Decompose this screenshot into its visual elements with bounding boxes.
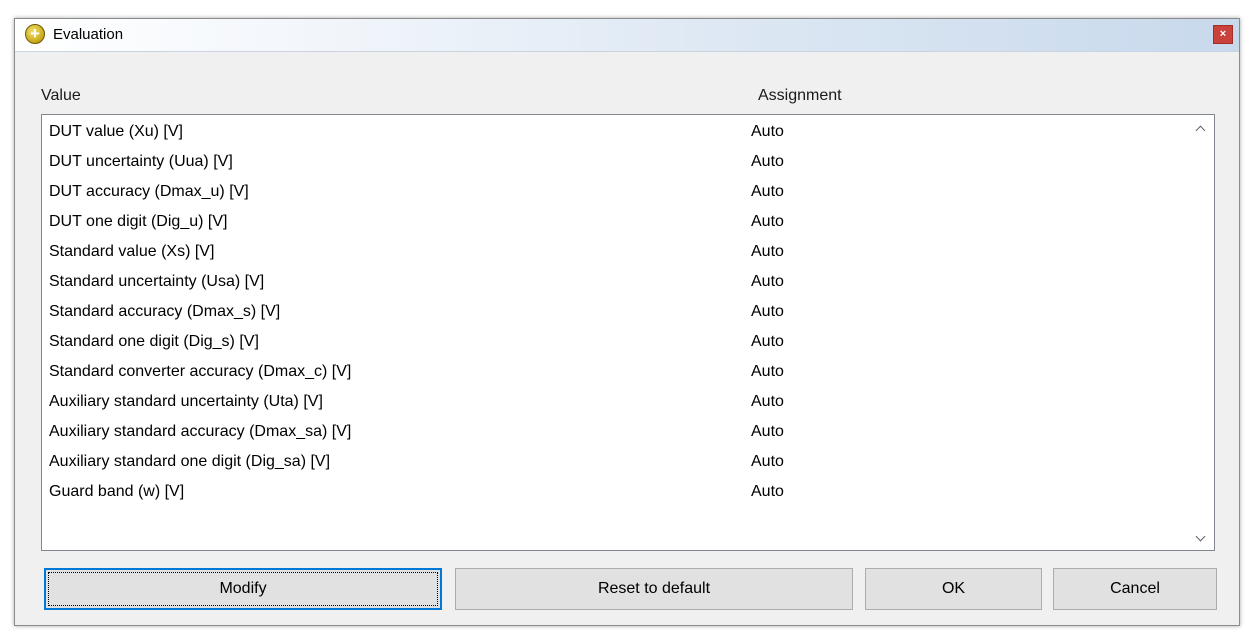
values-list[interactable]: DUT value (Xu) [V] Auto DUT uncertainty (U…: [41, 114, 1215, 551]
scroll-down-icon[interactable]: [1190, 526, 1210, 546]
row-value: Auxiliary standard uncertainty (Uta) [V]: [49, 393, 323, 410]
reset-to-default-button[interactable]: Reset to default: [455, 568, 853, 610]
list-item[interactable]: Auxiliary standard uncertainty (Uta) [V]…: [49, 387, 1184, 417]
list-item[interactable]: Standard one digit (Dig_s) [V] Auto: [49, 327, 1184, 357]
modify-button[interactable]: Modify: [44, 568, 442, 610]
row-assignment: Auto: [751, 423, 784, 440]
row-value: Standard accuracy (Dmax_s) [V]: [49, 303, 281, 320]
column-header-value[interactable]: Value: [41, 87, 81, 105]
list-item[interactable]: DUT uncertainty (Uua) [V] Auto: [49, 147, 1184, 177]
row-value: DUT uncertainty (Uua) [V]: [49, 153, 233, 170]
row-assignment: Auto: [751, 123, 784, 140]
row-value: Standard converter accuracy (Dmax_c) [V]: [49, 363, 352, 380]
row-assignment: Auto: [751, 303, 784, 320]
list-item[interactable]: DUT value (Xu) [V] Auto: [49, 117, 1184, 147]
evaluation-dialog: + Evaluation × Value Assignment DUT valu…: [14, 18, 1240, 626]
title-bar[interactable]: + Evaluation ×: [15, 19, 1239, 52]
list-item[interactable]: Standard uncertainty (Usa) [V] Auto: [49, 267, 1184, 297]
list-item[interactable]: Standard accuracy (Dmax_s) [V] Auto: [49, 297, 1184, 327]
list-item[interactable]: Auxiliary standard one digit (Dig_sa) [V…: [49, 447, 1184, 477]
row-value: Auxiliary standard accuracy (Dmax_sa) [V…: [49, 423, 352, 440]
window-title: Evaluation: [53, 26, 124, 43]
list-item[interactable]: Guard band (w) [V] Auto: [49, 477, 1184, 507]
row-value: DUT one digit (Dig_u) [V]: [49, 213, 228, 230]
scroll-up-icon[interactable]: [1190, 119, 1210, 139]
close-button[interactable]: ×: [1213, 25, 1233, 44]
row-assignment: Auto: [751, 393, 784, 410]
row-value: Auxiliary standard one digit (Dig_sa) [V…: [49, 453, 331, 470]
list-item[interactable]: Auxiliary standard accuracy (Dmax_sa) [V…: [49, 417, 1184, 447]
plus-circle-icon: +: [25, 24, 45, 44]
ok-button[interactable]: OK: [865, 568, 1042, 610]
row-value: Standard uncertainty (Usa) [V]: [49, 273, 265, 290]
row-value: Standard value (Xs) [V]: [49, 243, 215, 260]
row-value: Guard band (w) [V]: [49, 483, 185, 500]
row-assignment: Auto: [751, 153, 784, 170]
list-rows: DUT value (Xu) [V] Auto DUT uncertainty (U…: [49, 117, 1184, 507]
column-header-assignment[interactable]: Assignment: [758, 87, 842, 105]
row-assignment: Auto: [751, 183, 784, 200]
row-value: DUT value (Xu) [V]: [49, 123, 183, 140]
row-assignment: Auto: [751, 363, 784, 380]
row-assignment: Auto: [751, 273, 784, 290]
row-assignment: Auto: [751, 483, 784, 500]
row-assignment: Auto: [751, 213, 784, 230]
row-assignment: Auto: [751, 453, 784, 470]
list-item[interactable]: Standard value (Xs) [V] Auto: [49, 237, 1184, 267]
list-item[interactable]: DUT one digit (Dig_u) [V] Auto: [49, 207, 1184, 237]
row-value: Standard one digit (Dig_s) [V]: [49, 333, 259, 350]
row-assignment: Auto: [751, 333, 784, 350]
list-item[interactable]: Standard converter accuracy (Dmax_c) [V]…: [49, 357, 1184, 387]
list-item[interactable]: DUT accuracy (Dmax_u) [V] Auto: [49, 177, 1184, 207]
cancel-button[interactable]: Cancel: [1053, 568, 1217, 610]
row-assignment: Auto: [751, 243, 784, 260]
row-value: DUT accuracy (Dmax_u) [V]: [49, 183, 249, 200]
